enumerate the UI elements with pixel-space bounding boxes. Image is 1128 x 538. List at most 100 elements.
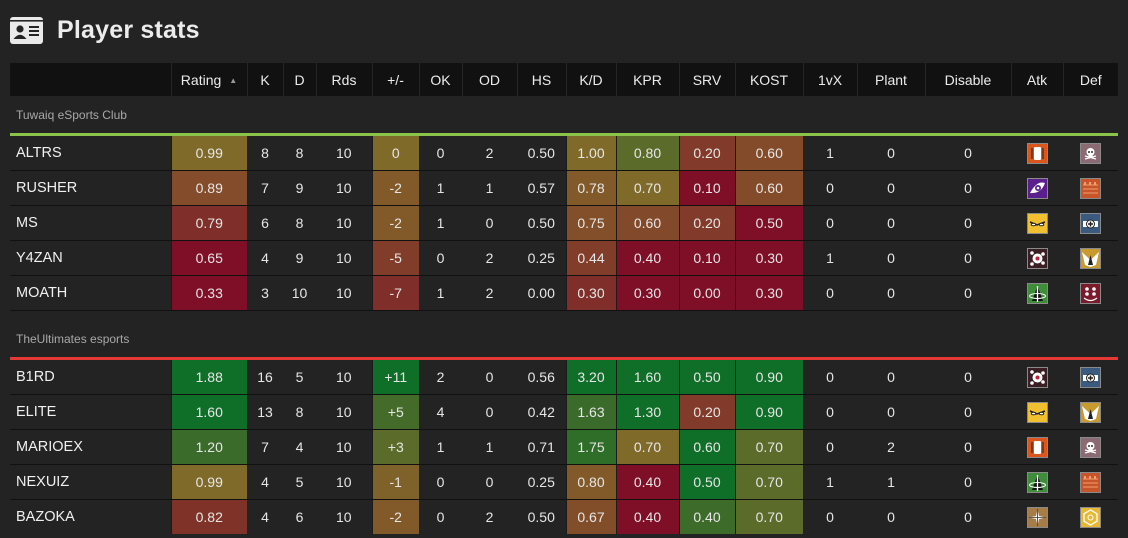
col-header-d[interactable]: D (282, 63, 316, 96)
purple-eye-operator-icon[interactable] (1026, 177, 1048, 199)
player-name[interactable]: NEXUIZ (10, 464, 171, 500)
player-name[interactable]: MOATH (10, 275, 171, 311)
stat-k: 4 (247, 240, 283, 276)
orange-wall-operator-icon[interactable] (1080, 177, 1101, 199)
player-row[interactable]: MOATH 0.33 3 10 10 -7 1 2 0.00 0.30 0.30 0.00 0.30 0 0… (10, 275, 1118, 311)
skull-gas-operator-icon[interactable] (1080, 142, 1101, 164)
col-header-k[interactable]: K (246, 63, 283, 96)
stat-plant: 0 (857, 358, 925, 395)
operator-def (1063, 358, 1118, 395)
player-name[interactable]: B1RD (10, 358, 171, 395)
col-header-rating[interactable]: Rating ▲ (170, 63, 247, 96)
col-header-kd[interactable]: K/D (565, 63, 616, 96)
player-row[interactable]: B1RD 1.88 16 5 10 +11 2 0 0.56 3.20 1.60 0.50 0.90 0 0… (10, 358, 1118, 395)
stat-disable: 0 (925, 240, 1011, 276)
stat-pm: -2 (371, 499, 419, 534)
player-name[interactable]: Y4ZAN (10, 240, 171, 276)
player-row[interactable]: NEXUIZ 0.99 4 5 10 -1 0 0 0.25 0.80 0.40 0.50 0.70 1 1… (10, 464, 1118, 500)
drone-dots-operator-icon[interactable] (1080, 282, 1101, 304)
green-arrow-operator-icon[interactable] (1026, 282, 1048, 304)
team-spacer (10, 311, 1118, 321)
col-header-disable[interactable]: Disable (924, 63, 1011, 96)
stat-od: 2 (485, 509, 494, 525)
stat-ok: 1 (419, 275, 462, 311)
stat-kost: 0.50 (734, 205, 803, 241)
orange-wall-operator-icon[interactable] (1080, 471, 1101, 493)
red-burst-operator-icon[interactable] (1026, 247, 1048, 269)
col-header-kost[interactable]: KOST (734, 63, 803, 96)
player-name[interactable]: MARIOEX (10, 429, 171, 465)
stat-rds: 10 (316, 358, 372, 395)
blue-medic-operator-icon[interactable] (1080, 366, 1101, 388)
team-name: TheUltimates esports (10, 320, 1118, 360)
player-name[interactable]: ALTRS (10, 134, 171, 171)
stat-kd: 0.75 (565, 205, 616, 241)
stat-pm: -7 (371, 275, 419, 311)
col-header-def[interactable]: Def (1062, 63, 1118, 96)
stat-rds: 10 (316, 134, 372, 171)
red-burst-operator-icon[interactable] (1026, 366, 1048, 388)
yellow-eyes-operator-icon[interactable] (1026, 212, 1048, 234)
col-header-ok[interactable]: OK (418, 63, 462, 96)
stat-hs: 0.71 (517, 429, 566, 465)
compass-star-operator-icon[interactable] (1026, 506, 1048, 528)
stat-rating: 0.89 (170, 170, 247, 206)
operator-atk (1011, 205, 1063, 241)
col-header-plus-minus[interactable]: +/- (371, 63, 419, 96)
stat-k: 13 (247, 394, 283, 430)
col-header-plant[interactable]: Plant (856, 63, 925, 96)
player-row[interactable]: MARIOEX 1.20 7 4 10 +3 1 1 0.71 1.75 0.70 0.60 0.70 0… (10, 429, 1118, 465)
col-header-rds[interactable]: Rds (315, 63, 372, 96)
player-name[interactable]: MS (10, 205, 171, 241)
stat-srv: 0.20 (678, 205, 735, 241)
stat-onevx: 0 (803, 205, 857, 241)
stat-ok: 2 (419, 358, 462, 395)
stat-hs: 0.50 (517, 205, 566, 241)
stat-rds: 10 (316, 429, 372, 465)
col-header-kpr[interactable]: KPR (615, 63, 679, 96)
col-header-atk[interactable]: Atk (1010, 63, 1063, 96)
stat-d: 6 (295, 509, 304, 525)
stat-kost: 0.90 (734, 394, 803, 430)
player-row[interactable]: Y4ZAN 0.65 4 9 10 -5 0 2 0.25 0.44 0.40 0.10 0.30 1 0 0 (10, 240, 1118, 276)
player-row[interactable]: RUSHER 0.89 7 9 10 -2 1 1 0.57 0.78 0.70 0.10 0.60 0 0… (10, 170, 1118, 206)
gold-hex-operator-icon[interactable] (1080, 506, 1101, 528)
page-header: Player stats (10, 10, 200, 50)
player-name[interactable]: RUSHER (10, 170, 171, 206)
stat-d: 5 (283, 358, 316, 395)
stat-hs: 0.50 (517, 134, 566, 171)
player-row[interactable]: MS 0.79 6 8 10 -2 1 0 0.50 0.75 0.60 0.20 0.50 0 0 0 (10, 205, 1118, 241)
col-header-srv[interactable]: SRV (678, 63, 735, 96)
player-row[interactable]: ELITE 1.60 13 8 10 +5 4 0 0.42 1.63 1.30 0.20 0.90 0 0… (10, 394, 1118, 430)
stat-kost: 0.60 (734, 134, 803, 171)
stat-srv: 0.10 (678, 170, 735, 206)
player-row[interactable]: ALTRS 0.99 8 8 10 0 0 2 0.50 1.00 0.80 0.20 0.60 1 0 0 (10, 134, 1118, 171)
skull-gas-operator-icon[interactable] (1080, 436, 1101, 458)
orange-shield-operator-icon[interactable] (1026, 436, 1048, 458)
stat-k: 4 (261, 509, 269, 525)
operator-def (1063, 429, 1118, 465)
stat-disable: 0 (925, 394, 1011, 430)
stat-kpr: 0.80 (615, 134, 679, 171)
player-row[interactable]: BAZOKA 0.82 4 6 10 -2 0 2 0.50 0.67 0.40 0.40 0.70 0 0… (10, 499, 1118, 535)
winged-operator-icon[interactable] (1080, 401, 1101, 423)
stat-kd: 1.00 (565, 134, 616, 171)
player-name[interactable]: ELITE (10, 394, 171, 430)
col-header-hs[interactable]: HS (516, 63, 566, 96)
operator-atk (1011, 464, 1063, 500)
stat-d: 8 (283, 134, 316, 171)
winged-operator-icon[interactable] (1080, 247, 1101, 269)
green-arrow-operator-icon[interactable] (1026, 471, 1048, 493)
col-header-1vx[interactable]: 1vX (802, 63, 857, 96)
yellow-eyes-operator-icon[interactable] (1026, 401, 1048, 423)
player-name[interactable]: BAZOKA (10, 500, 171, 535)
stat-rating: 0.33 (170, 275, 247, 311)
col-header-od[interactable]: OD (461, 63, 517, 96)
stat-rating: 0.65 (170, 240, 247, 276)
stat-pm: +11 (371, 358, 419, 395)
operator-def (1063, 240, 1118, 276)
orange-shield-operator-icon[interactable] (1026, 142, 1048, 164)
stat-od: 1 (462, 429, 517, 465)
blue-medic-operator-icon[interactable] (1080, 212, 1101, 234)
operator-def (1063, 134, 1118, 171)
